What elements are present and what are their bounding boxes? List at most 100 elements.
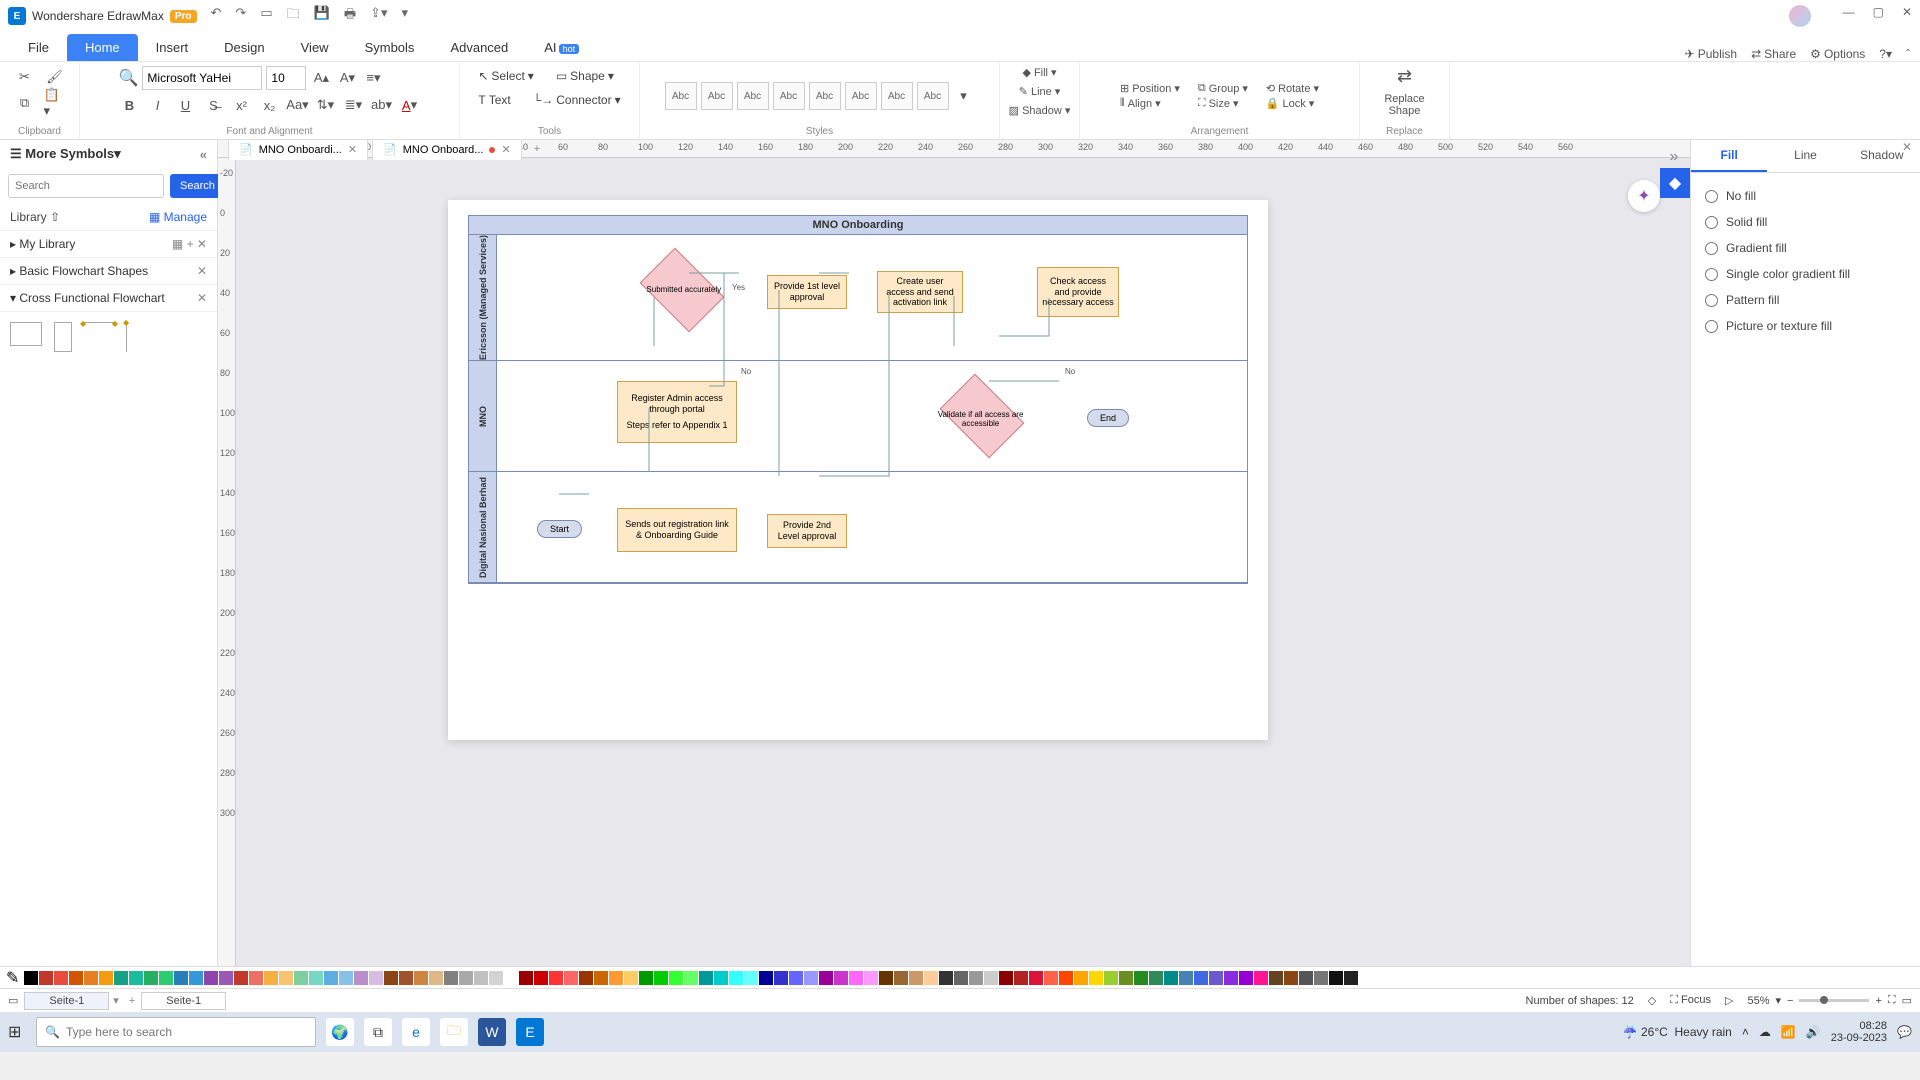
collapse-left-icon[interactable]: « <box>200 147 207 162</box>
user-avatar[interactable] <box>1789 5 1811 27</box>
color-swatch[interactable] <box>1314 971 1328 985</box>
export-icon[interactable]: ⇪▾ <box>370 5 387 27</box>
color-swatch[interactable] <box>399 971 413 985</box>
undo-icon[interactable]: ↶ <box>211 5 222 27</box>
color-swatch[interactable] <box>1254 971 1268 985</box>
fit-page-icon[interactable]: ⛶ <box>1888 994 1896 1007</box>
color-swatch[interactable] <box>174 971 188 985</box>
my-library-section[interactable]: ▸ My Library <box>10 237 75 251</box>
color-swatch[interactable] <box>564 971 578 985</box>
process-approve2[interactable]: Provide 2nd Level approval <box>767 514 847 548</box>
taskbar-app-taskview[interactable]: ⧉ <box>364 1018 392 1046</box>
process-sends-out[interactable]: Sends out registration link & Onboarding… <box>617 508 737 552</box>
style-preset-7[interactable]: Abc <box>881 82 913 110</box>
color-swatch[interactable] <box>84 971 98 985</box>
tab-insert[interactable]: Insert <box>138 34 207 61</box>
tab-advanced[interactable]: Advanced <box>432 34 526 61</box>
color-swatch[interactable] <box>429 971 443 985</box>
replace-shape-button[interactable]: Replace Shape <box>1370 93 1439 117</box>
page-tab-1[interactable]: Seite-1 <box>24 992 109 1010</box>
symbol-search-input[interactable] <box>8 174 164 198</box>
copy-icon[interactable]: ⧉ <box>14 92 36 114</box>
color-swatch[interactable] <box>1179 971 1193 985</box>
fill-option-none[interactable]: No fill <box>1705 183 1906 209</box>
format-tab-line[interactable]: Line <box>1767 140 1843 172</box>
fill-dropdown[interactable]: ◆ Fill▾ <box>1022 66 1056 79</box>
print-icon[interactable]: 🖶 <box>344 5 356 27</box>
color-swatch[interactable] <box>1194 971 1208 985</box>
color-swatch[interactable] <box>1089 971 1103 985</box>
color-swatch[interactable] <box>264 971 278 985</box>
highlight-icon[interactable]: ab▾ <box>371 94 393 116</box>
connector-tool[interactable]: └→ Connector▾ <box>527 90 627 110</box>
font-name-input[interactable] <box>142 66 262 90</box>
windows-search-input[interactable]: 🔍 Type here to search <box>36 1017 316 1047</box>
terminator-end[interactable]: End <box>1087 409 1129 427</box>
color-swatch[interactable] <box>1224 971 1238 985</box>
color-swatch[interactable] <box>1239 971 1253 985</box>
color-swatch[interactable] <box>1209 971 1223 985</box>
align-dropdown[interactable]: ⫴ Align▾ <box>1120 97 1180 110</box>
bold-icon[interactable]: B <box>119 94 141 116</box>
text-tool[interactable]: T Text <box>472 90 516 110</box>
style-preset-3[interactable]: Abc <box>737 82 769 110</box>
section-close-icon[interactable]: ✕ <box>197 264 207 278</box>
italic-icon[interactable]: I <box>147 94 169 116</box>
diagram-title[interactable]: MNO Onboarding <box>469 216 1247 235</box>
close-icon[interactable]: ✕ <box>1902 5 1912 27</box>
tab-ai[interactable]: AIhot <box>526 34 597 61</box>
process-check-access[interactable]: Check access and provide necessary acces… <box>1037 267 1119 317</box>
color-swatch[interactable] <box>504 971 518 985</box>
tab-design[interactable]: Design <box>206 34 282 61</box>
color-swatch[interactable] <box>939 971 953 985</box>
shrink-font-icon[interactable]: A▾ <box>336 67 358 89</box>
taskbar-app-edge[interactable]: e <box>402 1018 430 1046</box>
process-register[interactable]: Register Admin access through portal Ste… <box>617 381 737 443</box>
zoom-out-icon[interactable]: − <box>1787 995 1793 1007</box>
color-swatch[interactable] <box>639 971 653 985</box>
color-swatch[interactable] <box>1164 971 1178 985</box>
tray-chevron-icon[interactable]: ˄ <box>1742 1025 1749 1039</box>
color-swatch[interactable] <box>669 971 683 985</box>
ai-assistant-icon[interactable]: ✦ <box>1628 180 1660 212</box>
color-swatch[interactable] <box>834 971 848 985</box>
color-swatch[interactable] <box>624 971 638 985</box>
case-icon[interactable]: Aa▾ <box>287 94 309 116</box>
qat-more-icon[interactable]: ▾ <box>402 5 409 27</box>
lane-2-header[interactable]: MNO <box>478 406 488 427</box>
color-swatch[interactable] <box>474 971 488 985</box>
color-swatch[interactable] <box>654 971 668 985</box>
process-approve1[interactable]: Provide 1st level approval <box>767 275 847 309</box>
tray-onedrive-icon[interactable]: ☁ <box>1759 1025 1771 1039</box>
color-swatch[interactable] <box>189 971 203 985</box>
fill-option-picture[interactable]: Picture or texture fill <box>1705 313 1906 339</box>
cross-functional-section[interactable]: ▾ Cross Functional Flowchart <box>10 291 165 305</box>
color-swatch[interactable] <box>444 971 458 985</box>
save-icon[interactable]: 💾 <box>314 5 330 27</box>
grow-font-icon[interactable]: A▴ <box>310 67 332 89</box>
font-size-input[interactable] <box>266 66 306 90</box>
color-swatch[interactable] <box>954 971 968 985</box>
color-swatch[interactable] <box>249 971 263 985</box>
play-icon[interactable]: ▷ <box>1725 994 1733 1007</box>
maximize-icon[interactable]: ▢ <box>1873 5 1884 27</box>
taskbar-app-explorer[interactable]: 🗀 <box>440 1018 468 1046</box>
taskbar-app-edrawmax[interactable]: E <box>516 1018 544 1046</box>
help-icon[interactable]: ?▾ <box>1879 47 1892 61</box>
color-swatch[interactable] <box>339 971 353 985</box>
zoom-in-icon[interactable]: + <box>1875 995 1881 1007</box>
publish-button[interactable]: ✈ Publish <box>1685 47 1737 61</box>
swimlane-horizontal-shape[interactable] <box>10 322 42 346</box>
color-swatch[interactable] <box>99 971 113 985</box>
color-swatch[interactable] <box>534 971 548 985</box>
color-swatch[interactable] <box>1029 971 1043 985</box>
color-swatch[interactable] <box>594 971 608 985</box>
color-swatch[interactable] <box>1299 971 1313 985</box>
basic-flowchart-section[interactable]: ▸ Basic Flowchart Shapes <box>10 264 148 278</box>
decision-validate[interactable]: Validate if all access are accessible <box>940 374 1025 459</box>
color-swatch[interactable] <box>1284 971 1298 985</box>
color-swatch[interactable] <box>39 971 53 985</box>
color-swatch[interactable] <box>849 971 863 985</box>
select-tool[interactable]: ↖ Select▾ <box>472 66 539 86</box>
underline-icon[interactable]: U <box>175 94 197 116</box>
